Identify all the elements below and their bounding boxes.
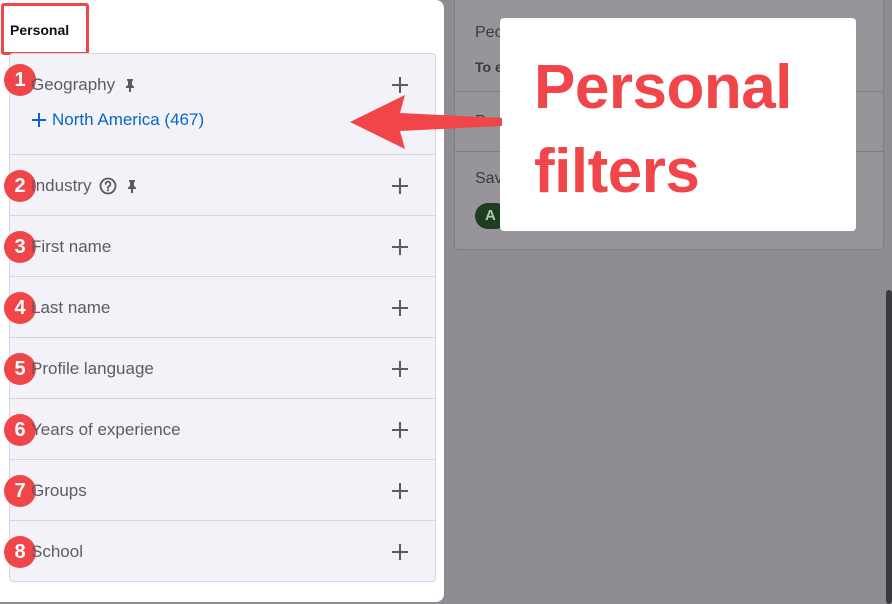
annotation-arrow-icon xyxy=(350,95,502,149)
